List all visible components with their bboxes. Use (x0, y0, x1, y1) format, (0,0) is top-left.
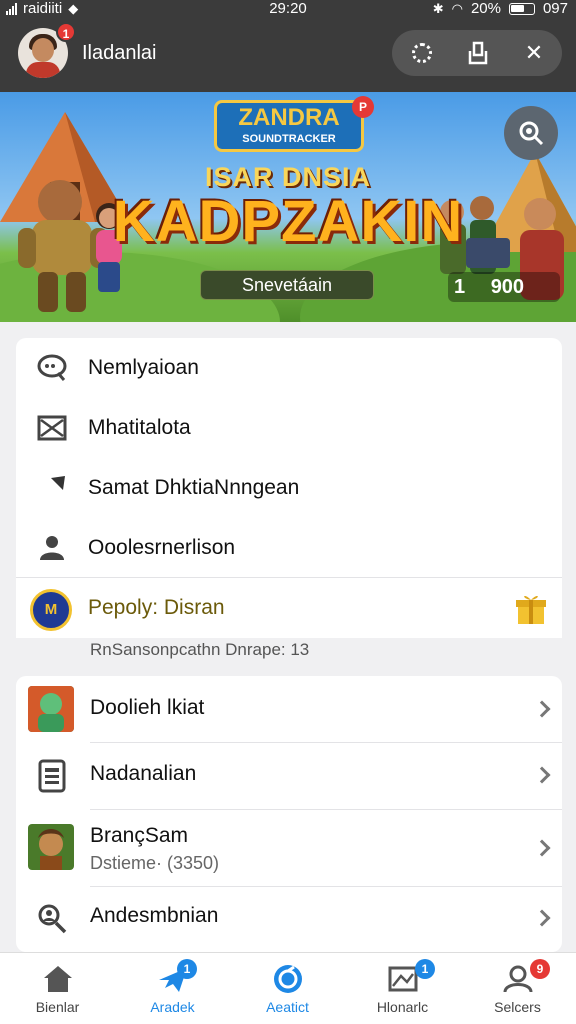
list-item-game-1[interactable]: Doolieh lkiat (16, 676, 562, 742)
people-icon (34, 530, 70, 566)
refresh-button[interactable] (394, 30, 450, 76)
menu-item-label: Nemlyaioan (88, 356, 199, 379)
tab-label: Bienlar (35, 999, 80, 1015)
share-icon (468, 41, 488, 65)
header-username: Iladanlai (82, 42, 157, 64)
game-banner[interactable]: ZANDRA SOUNDTRACKER P ISAR DNSIA KADPZAK… (0, 92, 576, 322)
mail-icon (34, 410, 70, 446)
promo-row[interactable]: M Pepoly: Disran (16, 578, 562, 638)
status-bar: raidiiti ◆ 29:20 ✱ ◠ 20% 097 (0, 0, 576, 20)
arrow-icon (34, 470, 70, 506)
chevron-right-icon (533, 700, 551, 718)
tab-label: Aeatict (266, 999, 309, 1015)
avatar-badge: 1 (56, 22, 76, 42)
compass-icon (270, 961, 306, 997)
tab-badge: 1 (177, 959, 197, 979)
tab-home[interactable]: Bienlar (0, 953, 115, 1024)
bottom-nav: Bienlar 1 Aradek Aeatict 1 Hlonarlc 9 Se… (0, 952, 576, 1024)
list-item-document[interactable]: Nadanalian (16, 743, 562, 809)
section-caption: RnSansonpcathn Dnrape: 13 (90, 640, 310, 659)
close-button[interactable]: ✕ (506, 30, 562, 76)
menu-card-secondary: Doolieh lkiat Nadanalian BrançSam Dstiem… (16, 676, 562, 952)
gift-icon[interactable] (514, 592, 548, 631)
menu-item-share[interactable]: Samat DhktiaNnngean (16, 458, 562, 518)
list-item-subtitle: Dstieme· (3350) (90, 853, 220, 873)
game-logo-text: ZANDRA (238, 104, 340, 131)
promo-logo: M (30, 589, 72, 631)
status-time: 29:20 (269, 0, 307, 17)
tab-plane[interactable]: 1 Aradek (115, 953, 230, 1024)
list-item-label: Doolieh lkiat (90, 696, 205, 719)
counter-icon: 1 (454, 276, 466, 298)
chat-icon (34, 350, 70, 386)
tab-label: Hlonarlc (376, 999, 429, 1015)
close-icon: ✕ (524, 40, 544, 65)
status-extra: 097 (542, 0, 568, 17)
share-button[interactable] (450, 30, 506, 76)
menu-card-primary: Nemlyaioan Mhatitalota Samat DhktiaNnnge… (16, 338, 562, 638)
game-thumb-2 (28, 824, 74, 870)
chevron-right-icon (533, 839, 551, 857)
app-header: 1 Iladanlai ✕ (0, 20, 576, 92)
list-item-game-2[interactable]: BrançSam Dstieme· (3350) (16, 810, 562, 886)
refresh-icon (412, 43, 432, 63)
tab-profile[interactable]: 9 Selcers (460, 953, 575, 1024)
game-thumb-1 (28, 686, 74, 732)
list-item-label: BrançSam (90, 824, 189, 847)
header-action-pill: ✕ (392, 30, 562, 76)
chevron-right-icon (533, 766, 551, 784)
home-icon (40, 961, 76, 997)
search-icon (519, 121, 544, 146)
tab-image[interactable]: 1 Hlonarlc (345, 953, 460, 1024)
document-icon (34, 758, 70, 794)
bluetooth-icon: ✱ (432, 0, 444, 16)
list-item-label: Nadanalian (90, 762, 197, 785)
tab-compass[interactable]: Aeatict (230, 953, 345, 1024)
chevron-right-icon (533, 909, 551, 927)
game-logo-subtext: SOUNDTRACKER (242, 133, 336, 145)
menu-item-label: Samat DhktiaNnngean (88, 476, 300, 499)
banner-action-button[interactable]: Snevetáain (200, 270, 374, 300)
battery-icon (508, 2, 535, 15)
menu-item-people[interactable]: Ooolesrnerlison (16, 518, 562, 578)
menu-item-mail[interactable]: Mhatitalota (16, 398, 562, 458)
tab-label: Aradek (150, 999, 195, 1015)
banner-counter: 1 900 (448, 272, 560, 302)
tab-badge: 1 (415, 959, 435, 979)
tab-badge: 9 (530, 959, 550, 979)
counter-value: 900 (490, 276, 525, 298)
logo-badge: P (352, 96, 374, 118)
promo-label: Pepoly: Disran (88, 596, 225, 619)
menu-item-messages[interactable]: Nemlyaioan (16, 338, 562, 398)
tab-label: Selcers (494, 999, 541, 1015)
list-item-user-search[interactable]: Andesmbnian (16, 887, 562, 952)
banner-title: KADPZAKIN (112, 189, 464, 254)
battery-percent: 20% (470, 0, 501, 17)
menu-item-label: Mhatitalota (88, 416, 191, 439)
zoom-button[interactable] (504, 106, 558, 160)
menu-item-label: Ooolesrnerlison (88, 536, 236, 559)
game-logo: ZANDRA SOUNDTRACKER (214, 100, 364, 152)
wifi-icon: ◠ (451, 0, 463, 16)
list-item-label: Andesmbnian (90, 904, 219, 927)
user-search-icon (34, 901, 70, 937)
